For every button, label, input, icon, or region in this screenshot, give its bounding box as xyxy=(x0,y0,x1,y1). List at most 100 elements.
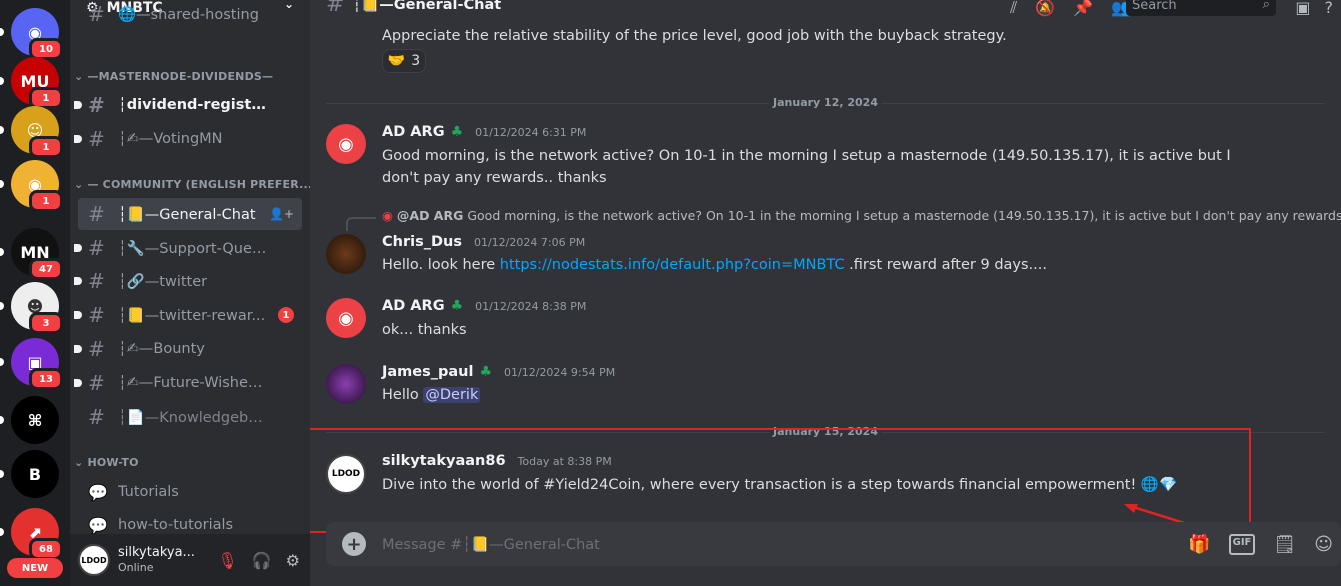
annotation-box xyxy=(310,428,1251,533)
unread-indicator xyxy=(74,277,82,285)
avatar[interactable]: ◉ xyxy=(326,298,366,338)
emoji-icon[interactable]: ☺ xyxy=(1314,534,1333,555)
unread-pip xyxy=(0,180,4,188)
message-text: Appreciate the relative stability of the… xyxy=(382,28,1007,44)
reaction-pill[interactable]: 🤝 3 xyxy=(382,49,426,73)
unread-pip xyxy=(0,28,4,36)
unread-indicator xyxy=(74,244,82,252)
pin-icon[interactable]: 📌 xyxy=(1073,0,1093,18)
channel-future-wishes[interactable]: # ┆✍—Future-Wishes-I... xyxy=(74,367,302,399)
header-toolbar: ⫽ 🔕 📌 👥 xyxy=(1010,0,1131,18)
unread-indicator xyxy=(74,311,82,319)
channel-knowledgebase[interactable]: # ┆📄—Knowledgebase-F... xyxy=(78,401,302,433)
unread-pip xyxy=(0,358,4,366)
help-icon[interactable]: ? xyxy=(1325,0,1334,17)
unread-pip xyxy=(0,77,4,85)
reply-connector xyxy=(346,217,376,231)
unread-pip xyxy=(0,416,4,424)
gif-button[interactable]: GIF xyxy=(1228,533,1256,555)
gear-icon[interactable]: ⚙ xyxy=(286,551,300,570)
channel-header: # ┆📒—General-Chat ⫽ 🔕 📌 👥 Search ⌕ ▣ ? xyxy=(310,0,1341,18)
server-icon-red-server[interactable]: ⬈ 68 xyxy=(11,508,63,560)
avatar[interactable] xyxy=(326,364,366,404)
message-header: Chris_Dus 01/12/2024 7:06 PM xyxy=(382,234,585,250)
hash-icon: # xyxy=(88,202,105,226)
message-header: AD ARG ♣ 01/12/2024 8:38 PM xyxy=(382,298,586,314)
discord-app: ◉ 10 MU 1 ☺ 1 ◉ 1 MN 47 ☻ 3 ▣ 13 ⌘ B ⬈ 68 NEW ⚙ MNBTC ⌄ # … xyxy=(0,0,1341,586)
timestamp: 01/12/2024 7:06 PM xyxy=(473,235,586,249)
hash-icon: # xyxy=(88,269,105,293)
user-controls: 🎙 🎧 ⚙ xyxy=(217,551,300,570)
notification-bell-icon[interactable]: 🔕 xyxy=(1035,0,1055,18)
channel-general-chat[interactable]: # ┆📒—General-Chat 👤+ xyxy=(78,198,302,230)
reply-preview[interactable]: ◉ @AD ARG Good morning, is the network a… xyxy=(382,208,1341,223)
message-input[interactable]: Message #┆📒—General-Chat xyxy=(382,536,600,553)
category-community[interactable]: ⌄ — COMMUNITY (ENGLISH PREFER... xyxy=(74,178,310,191)
role-icon: ♣ xyxy=(479,364,493,380)
channel-shared-hosting[interactable]: # 🌐—shared-hosting xyxy=(78,0,302,30)
hash-icon: # xyxy=(88,371,105,395)
server-icon-discord-yellow[interactable]: ◉ 1 xyxy=(11,160,63,212)
discord-icon: ◉ xyxy=(382,208,397,223)
date-label: January 12, 2024 xyxy=(769,96,882,109)
plus-icon[interactable]: + xyxy=(342,532,366,556)
unread-indicator xyxy=(74,135,82,143)
inbox-icon[interactable]: ▣ xyxy=(1295,0,1310,17)
user-mention[interactable]: @Derik xyxy=(423,387,481,403)
timestamp: 01/12/2024 6:31 PM xyxy=(475,125,587,139)
timestamp: 01/12/2024 8:38 PM xyxy=(475,299,587,313)
gift-icon[interactable]: 🎁 xyxy=(1188,534,1210,555)
unread-indicator xyxy=(74,101,82,109)
author-name[interactable]: James_paul xyxy=(382,364,473,380)
sticker-icon[interactable]: 🗒 xyxy=(1273,534,1296,555)
unread-indicator xyxy=(74,345,82,353)
message-text: ok... thanks xyxy=(382,322,467,338)
category-how-to[interactable]: ⌄ HOW-TO xyxy=(74,456,139,469)
server-icon-person-server[interactable]: ☻ 3 xyxy=(11,282,63,334)
channel-bounty[interactable]: # ┆✍—Bounty xyxy=(74,333,302,365)
category-masternode-dividends[interactable]: ⌄ —MASTERNODE-DIVIDENDS— xyxy=(74,70,273,83)
author-name[interactable]: AD ARG xyxy=(382,124,445,140)
server-icon-mn-server[interactable]: MN 47 xyxy=(11,228,63,280)
forum-icon: 💬 xyxy=(88,515,108,535)
unread-indicator xyxy=(74,379,82,387)
hash-icon: # xyxy=(88,236,105,260)
channel-support-question[interactable]: # ┆🔧—Support-Question xyxy=(74,232,302,264)
date-divider: January 12, 2024 xyxy=(326,96,1325,109)
channel-dividend-register[interactable]: # ┆dividend-register xyxy=(74,89,302,121)
notification-badge: 1 xyxy=(29,190,63,212)
server-icon-manchester-united[interactable]: MU 1 xyxy=(11,57,63,109)
headphones-icon[interactable]: 🎧 xyxy=(252,551,272,570)
user-info[interactable]: silkytakya... Online xyxy=(110,545,195,575)
unread-pip xyxy=(0,302,4,310)
composer-tools: 🎁 GIF 🗒 ☺ xyxy=(1188,533,1333,555)
user-status: Online xyxy=(118,561,154,574)
notification-badge: 13 xyxy=(29,368,63,390)
server-icon-shop-server[interactable]: ▣ 13 xyxy=(11,338,63,390)
threads-icon[interactable]: ⫽ xyxy=(1010,0,1017,18)
hash-icon: # xyxy=(88,337,105,361)
timestamp: 01/12/2024 9:54 PM xyxy=(504,365,616,379)
avatar[interactable]: LDOD xyxy=(78,544,110,576)
message-composer: + Message #┆📒—General-Chat 🎁 GIF 🗒 ☺ xyxy=(326,522,1341,566)
invite-user-icon[interactable]: 👤+ xyxy=(269,207,294,221)
channel-twitter-rewards[interactable]: # ┆📒—twitter-rewar... 1 xyxy=(74,299,302,331)
mic-muted-icon[interactable]: 🎙 xyxy=(217,551,237,570)
author-name[interactable]: AD ARG xyxy=(382,298,445,314)
author-name[interactable]: Chris_Dus xyxy=(382,234,462,250)
server-icon-command-server[interactable]: ⌘ xyxy=(11,396,59,444)
server-icon-b-server[interactable]: B xyxy=(11,450,59,498)
hash-icon: # xyxy=(88,93,105,117)
channel-sidebar: ⚙ MNBTC ⌄ # 🌐—shared-hosting ⌄ —MASTERNO… xyxy=(70,0,310,586)
avatar[interactable] xyxy=(326,234,366,274)
channel-votingmn[interactable]: # ┆✍—VotingMN xyxy=(74,123,302,155)
forum-tutorials[interactable]: 💬 Tutorials xyxy=(78,476,302,508)
avatar[interactable]: ◉ xyxy=(326,124,366,164)
message-link[interactable]: https://nodestats.info/default.php?coin=… xyxy=(500,257,845,273)
channel-twitter[interactable]: # ┆🔗—twitter xyxy=(74,265,302,297)
server-icon-discord-home[interactable]: ◉ 10 xyxy=(11,8,63,60)
server-icon-cartoon-server[interactable]: ☺ 1 xyxy=(11,106,63,158)
search-input[interactable]: Search ⌕ xyxy=(1126,0,1276,16)
unread-pip xyxy=(0,470,4,478)
handshake-icon: 🤝 xyxy=(387,53,406,69)
